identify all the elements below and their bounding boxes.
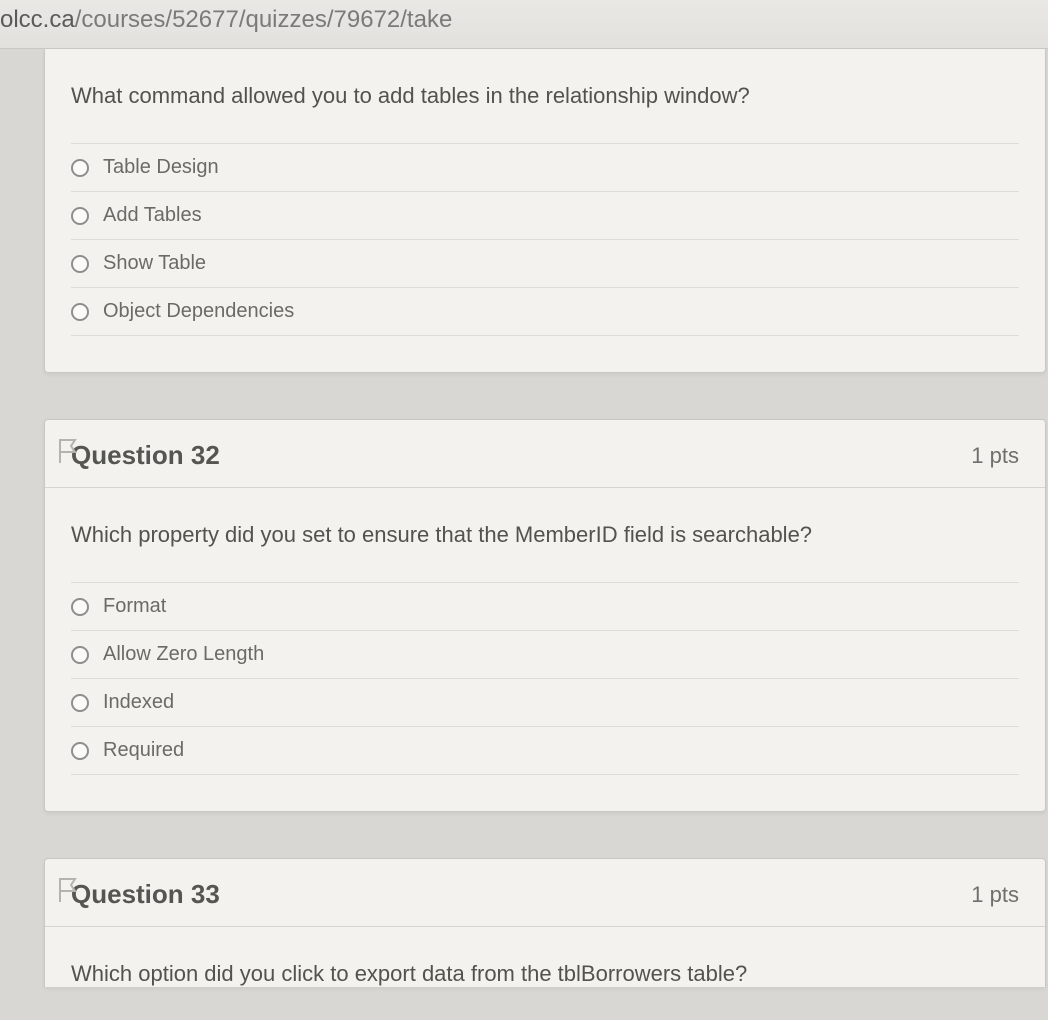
radio-icon	[71, 742, 89, 760]
option-label: Allow Zero Length	[103, 643, 264, 666]
option-label: Indexed	[103, 691, 174, 714]
option-allow-zero-length[interactable]: Allow Zero Length	[71, 630, 1019, 678]
option-label: Table Design	[103, 156, 219, 179]
option-label: Required	[103, 739, 184, 762]
url-host: olcc.ca	[0, 6, 75, 33]
radio-icon	[71, 207, 89, 225]
radio-icon	[71, 694, 89, 712]
radio-icon	[71, 303, 89, 321]
url-path: /courses/52677/quizzes/79672/take	[75, 6, 453, 33]
question-title: Question 33	[71, 879, 220, 910]
option-format[interactable]: Format	[71, 582, 1019, 630]
option-label: Show Table	[103, 252, 206, 275]
option-show-table[interactable]: Show Table	[71, 239, 1019, 287]
option-table-design[interactable]: Table Design	[71, 143, 1019, 191]
question-title: Question 32	[71, 440, 220, 471]
question-text: Which property did you set to ensure tha…	[71, 522, 1019, 548]
question-text: What command allowed you to add tables i…	[71, 83, 1019, 109]
question-card-32: Question 32 1 pts Which property did you…	[44, 419, 1046, 812]
question-points: 1 pts	[971, 882, 1019, 908]
question-header: Question 32 1 pts	[45, 420, 1045, 488]
question-card-33: Question 33 1 pts Which option did you c…	[44, 858, 1046, 987]
option-label: Add Tables	[103, 204, 202, 227]
option-object-dependencies[interactable]: Object Dependencies	[71, 287, 1019, 336]
flag-icon[interactable]	[56, 437, 80, 465]
question-text: Which option did you click to export dat…	[71, 961, 1019, 987]
radio-icon	[71, 159, 89, 177]
flag-icon[interactable]	[56, 876, 80, 904]
question-header: Question 33 1 pts	[45, 859, 1045, 927]
option-indexed[interactable]: Indexed	[71, 678, 1019, 726]
url-bar: olcc.ca/courses/52677/quizzes/79672/take	[0, 0, 1048, 49]
radio-icon	[71, 255, 89, 273]
question-points: 1 pts	[971, 443, 1019, 469]
option-required[interactable]: Required	[71, 726, 1019, 775]
radio-icon	[71, 598, 89, 616]
question-card-31: What command allowed you to add tables i…	[44, 49, 1046, 373]
option-label: Format	[103, 595, 166, 618]
option-label: Object Dependencies	[103, 300, 294, 323]
option-add-tables[interactable]: Add Tables	[71, 191, 1019, 239]
radio-icon	[71, 646, 89, 664]
